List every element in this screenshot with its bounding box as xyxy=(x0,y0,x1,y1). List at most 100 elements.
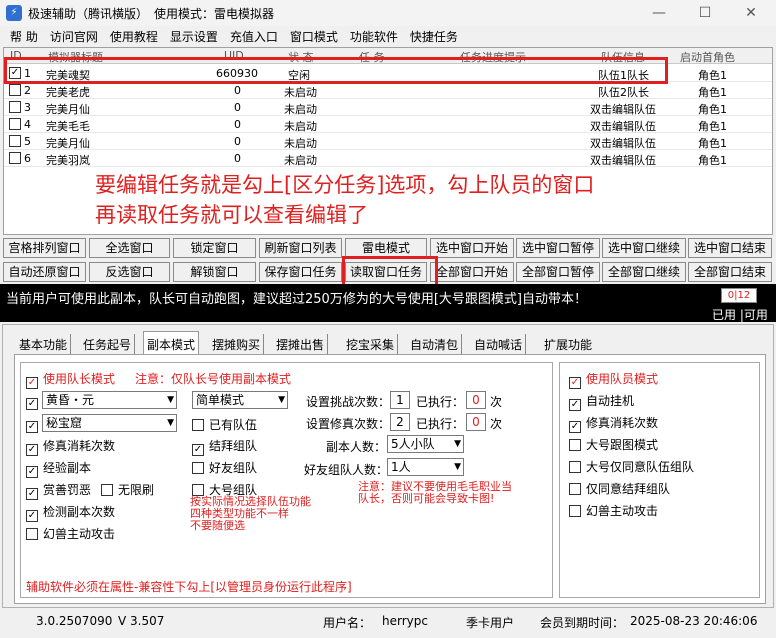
repair-count-input[interactable]: 2 xyxy=(390,413,410,431)
tab-basic[interactable]: 基本功能 xyxy=(16,334,72,354)
table-row[interactable]: 5 完美月仙 0 未启动 双击编辑队伍 角色1 xyxy=(4,133,772,150)
difficulty-combo[interactable]: 简单模式 ▼ xyxy=(192,391,288,409)
chevron-down-icon: ▼ xyxy=(167,418,174,428)
exp-checkbox[interactable]: ✓ 经验副本 xyxy=(26,459,91,478)
use-leader-checkbox[interactable]: ✓ 使用队长模式 xyxy=(26,370,115,389)
menu-quick-task[interactable]: 快捷任务 xyxy=(404,26,464,46)
row-uid: 0 xyxy=(234,152,241,165)
row-checkbox[interactable] xyxy=(9,101,21,113)
minimize-icon[interactable]: — xyxy=(636,0,682,26)
lock-window-button[interactable]: 锁定窗口 xyxy=(173,238,256,258)
sworn-team-checkbox[interactable]: ✓ 结拜组队 xyxy=(192,437,257,456)
row-role: 角色1 xyxy=(698,86,727,99)
row-uid: 0 xyxy=(234,135,241,148)
tab-stall-buy[interactable]: 摆摊购买 xyxy=(209,334,265,354)
tab-dungeon[interactable]: 副本模式 xyxy=(143,331,200,355)
all-resume-button[interactable]: 全部窗口继续 xyxy=(602,262,686,282)
row-id: 2 xyxy=(24,84,31,97)
executed-input-1[interactable]: 0 xyxy=(466,391,486,409)
unlimited-checkbox[interactable]: 无限刷 xyxy=(101,481,154,498)
table-row[interactable]: 3 完美月仙 0 未启动 双击编辑队伍 角色1 xyxy=(4,99,772,116)
row-checkbox[interactable] xyxy=(9,118,21,130)
tab-clean-bag[interactable]: 自动清包 xyxy=(407,334,463,354)
big-accept-checkbox[interactable]: 大号仅同意队伍组队 xyxy=(569,458,694,475)
row-checkbox[interactable] xyxy=(9,152,21,164)
invert-select-button[interactable]: 反选窗口 xyxy=(89,262,170,282)
col-role[interactable]: 启动首角色 xyxy=(680,49,735,65)
repair-count-label: 设置修真次数： xyxy=(306,417,391,431)
detect-checkbox[interactable]: ✓ 检测副本次数 xyxy=(26,503,115,522)
save-task-button[interactable]: 保存窗口任务 xyxy=(259,262,342,282)
plan-badge: 季卡用户 xyxy=(466,616,515,630)
table-row[interactable]: 2 完美老虎 0 未启动 队伍2队长 角色1 xyxy=(4,82,772,99)
auto-hang-checkbox[interactable]: ✓ 自动挂机 xyxy=(569,392,634,411)
auto-restore-button[interactable]: 自动还原窗口 xyxy=(3,262,86,282)
member-repair-checkbox[interactable]: ✓ 修真消耗次数 xyxy=(569,414,658,433)
time-checkbox[interactable]: ✓ xyxy=(26,393,43,410)
chevron-down-icon: ▼ xyxy=(278,395,285,405)
status-bar: 当前用户可使用此副本，队长可自动跑图，建议超过250万修为的大号使用[大号跟图模… xyxy=(0,284,776,322)
use-member-checkbox[interactable]: ✓ 使用队员模式 xyxy=(569,370,658,389)
menu-display[interactable]: 显示设置 xyxy=(164,26,224,46)
sworn-team-label: 结拜组队 xyxy=(209,439,258,453)
refresh-list-button[interactable]: 刷新窗口列表 xyxy=(259,238,342,258)
row-uid: 0 xyxy=(234,118,241,131)
all-start-button[interactable]: 全部窗口开始 xyxy=(430,262,514,282)
menu-tutorial[interactable]: 使用教程 xyxy=(104,26,164,46)
menu-recharge[interactable]: 充值入口 xyxy=(224,26,284,46)
repair-label: 修真消耗次数 xyxy=(43,439,116,453)
version-short: V 3.507 xyxy=(118,614,165,628)
executed-input-2[interactable]: 0 xyxy=(466,413,486,431)
repair-checkbox[interactable]: ✓ 修真消耗次数 xyxy=(26,437,115,456)
menu-window-mode[interactable]: 窗口模式 xyxy=(284,26,344,46)
menu-website[interactable]: 访问官网 xyxy=(44,26,104,46)
dungeon-count-combo[interactable]: 5人小队 ▼ xyxy=(387,435,464,453)
place-combo[interactable]: 秘宝窟 ▼ xyxy=(42,414,177,432)
selected-resume-button[interactable]: 选中窗口继续 xyxy=(602,238,686,258)
row-checkbox[interactable] xyxy=(9,84,21,96)
time-combo[interactable]: 黄昏・元 ▼ xyxy=(42,391,177,409)
chevron-down-icon: ▼ xyxy=(454,462,461,472)
menu-help[interactable]: 帮 助 xyxy=(4,26,44,46)
friend-count-combo[interactable]: 1人 ▼ xyxy=(387,458,464,476)
leidian-mode-button[interactable]: 雷电模式 xyxy=(345,238,427,258)
all-stop-button[interactable]: 全部窗口结束 xyxy=(688,262,772,282)
place-checkbox[interactable]: ✓ xyxy=(26,416,43,433)
row-checkbox[interactable] xyxy=(9,135,21,147)
row-id: 4 xyxy=(24,118,31,131)
expire-label: 会员到期时间： xyxy=(540,616,625,630)
row-status: 未启动 xyxy=(284,137,317,150)
friend-team-checkbox[interactable]: 好友组队 xyxy=(192,459,257,476)
tab-treasure[interactable]: 挖宝采集 xyxy=(343,334,399,354)
selected-pause-button[interactable]: 选中窗口暂停 xyxy=(516,238,600,258)
tab-extend[interactable]: 扩展功能 xyxy=(541,334,595,354)
usage-counter: 0|12 xyxy=(721,288,757,303)
table-row[interactable]: 4 完美毛毛 0 未启动 双击编辑队伍 角色1 xyxy=(4,116,772,133)
select-all-button[interactable]: 全选窗口 xyxy=(89,238,170,258)
selected-start-button[interactable]: 选中窗口开始 xyxy=(430,238,514,258)
menu-function-software[interactable]: 功能软件 xyxy=(344,26,404,46)
expire-value: 2025-08-23 20:46:06 xyxy=(630,614,758,628)
tab-task-start[interactable]: 任务起号 xyxy=(80,334,136,354)
beast-attack-checkbox[interactable]: 幻兽主动攻击 xyxy=(26,525,115,542)
table-row[interactable]: 6 完美羽岚 0 未启动 双击编辑队伍 角色1 xyxy=(4,150,772,167)
maximize-icon[interactable]: ☐ xyxy=(682,0,728,26)
reward-checkbox[interactable]: ✓ 赏善罚恶 xyxy=(26,481,91,500)
menu-bar: 帮 助 访问官网 使用教程 显示设置 充值入口 窗口模式 功能软件 快捷任务 xyxy=(0,26,776,46)
accept-sworn-checkbox[interactable]: 仅同意结拜组队 xyxy=(569,480,670,497)
row-role: 角色1 xyxy=(698,103,727,116)
tab-stall-sell[interactable]: 摆摊出售 xyxy=(273,334,329,354)
close-icon[interactable]: ✕ xyxy=(728,0,774,26)
row-title: 完美月仙 xyxy=(46,137,90,150)
challenge-input[interactable]: 1 xyxy=(390,391,410,409)
selected-stop-button[interactable]: 选中窗口结束 xyxy=(688,238,772,258)
grid-arrange-button[interactable]: 宫格排列窗口 xyxy=(3,238,86,258)
member-beast-checkbox[interactable]: 幻兽主动攻击 xyxy=(569,502,658,519)
annotation-line-2: 再读取任务就可以查看编辑了 xyxy=(95,203,368,227)
big-follow-checkbox[interactable]: 大号跟图模式 xyxy=(569,436,658,453)
all-pause-button[interactable]: 全部窗口暂停 xyxy=(516,262,600,282)
has-team-checkbox[interactable]: 已有队伍 xyxy=(192,416,257,433)
tab-auto-shout[interactable]: 自动喊话 xyxy=(471,334,527,354)
unlock-window-button[interactable]: 解锁窗口 xyxy=(173,262,256,282)
row-team: 双击编辑队伍 xyxy=(590,137,656,150)
